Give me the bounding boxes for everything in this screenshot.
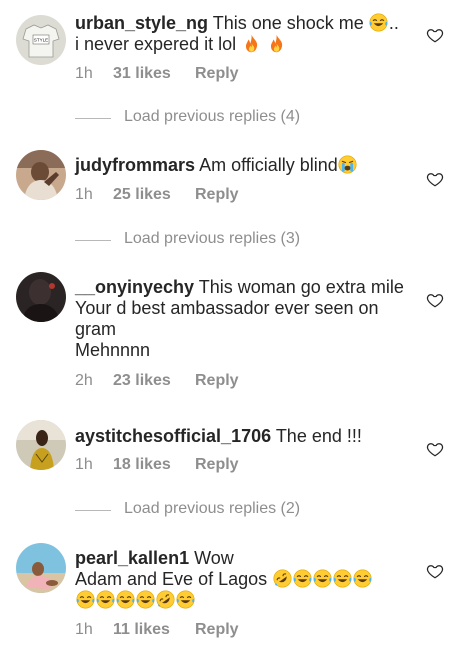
avatar-text: STYLE [34,38,48,43]
comment-content: This one shock me [212,13,364,33]
rofl-emoji-icon [273,569,292,588]
load-replies-label[interactable]: Load previous replies (2) [124,500,300,518]
reply-button[interactable]: Reply [195,456,239,474]
comment-time: 2h [75,372,93,389]
joy-emoji-icon [333,569,352,588]
joy-emoji-icon [369,13,388,32]
likes-count[interactable]: 11 likes [113,621,195,639]
comment-content: Adam and Eve of Lagos [75,569,268,589]
comment-content: The end !!! [275,426,362,446]
rofl-emoji-icon [156,590,175,609]
comment-text: pearl_kallen1 Wow Adam and Eve of Lagos [75,548,405,611]
likes-count[interactable]: 18 likes [113,456,195,474]
username[interactable]: urban_style_ng [75,13,208,33]
avatar[interactable] [16,272,66,322]
avatar[interactable] [16,420,66,470]
comment-meta: 1h 18 likes Reply [75,456,239,474]
joy-emoji-icon [76,590,95,609]
divider [75,510,111,511]
fire-emoji-icon [267,34,286,53]
like-heart-icon[interactable] [426,170,444,188]
username[interactable]: judyfrommars [75,155,195,175]
reply-button[interactable]: Reply [195,372,239,390]
comment-time: 1h [75,621,93,638]
like-heart-icon[interactable] [426,562,444,580]
divider [75,118,111,119]
comment-meta: 1h 11 likes Reply [75,621,239,639]
like-heart-icon[interactable] [426,440,444,458]
comment-time: 1h [75,456,93,473]
comment-meta: 1h 25 likes Reply [75,186,239,204]
username[interactable]: aystitchesofficial_1706 [75,426,271,446]
comment-content: Mehnnnn [75,340,151,360]
like-heart-icon[interactable] [426,291,444,309]
joy-emoji-icon [313,569,332,588]
comment-content: Your d best ambassador ever seen on [75,298,379,318]
avatar[interactable] [16,150,66,200]
like-heart-icon[interactable] [426,26,444,44]
comment-content: Am officially blind [199,155,338,175]
load-replies-label[interactable]: Load previous replies (4) [124,108,300,126]
likes-count[interactable]: 31 likes [113,65,195,83]
comment-content: gram [75,319,117,339]
comment-meta: 1h 31 likes Reply [75,65,239,83]
load-replies-label[interactable]: Load previous replies (3) [124,230,300,248]
username[interactable]: pearl_kallen1 [75,548,189,568]
joy-emoji-icon [116,590,135,609]
comment-content: Wow [194,548,234,568]
comment-content: This woman go extra mile [198,277,404,297]
comment-meta: 2h 23 likes Reply [75,372,239,390]
reply-button[interactable]: Reply [195,65,239,83]
divider [75,240,111,241]
comment-time: 1h [75,186,93,203]
joy-emoji-icon [353,569,372,588]
joy-emoji-icon [293,569,312,588]
avatar[interactable] [16,543,66,593]
likes-count[interactable]: 23 likes [113,372,195,390]
comment-text: __onyinyechy This woman go extra mile Yo… [75,277,405,361]
fire-emoji-icon [242,34,261,53]
joy-emoji-icon [96,590,115,609]
sob-emoji-icon [338,155,357,174]
reply-button[interactable]: Reply [195,621,239,639]
reply-button[interactable]: Reply [195,186,239,204]
comment-time: 1h [75,65,93,82]
likes-count[interactable]: 25 likes [113,186,195,204]
comment-text: urban_style_ng This one shock me .. i ne… [75,13,405,55]
username[interactable]: __onyinyechy [75,277,194,297]
comment-text: aystitchesofficial_1706 The end !!! [75,426,405,447]
comment-text: judyfrommars Am officially blind [75,155,405,176]
joy-emoji-icon [176,590,195,609]
joy-emoji-icon [136,590,155,609]
avatar[interactable]: STYLE [16,15,66,65]
